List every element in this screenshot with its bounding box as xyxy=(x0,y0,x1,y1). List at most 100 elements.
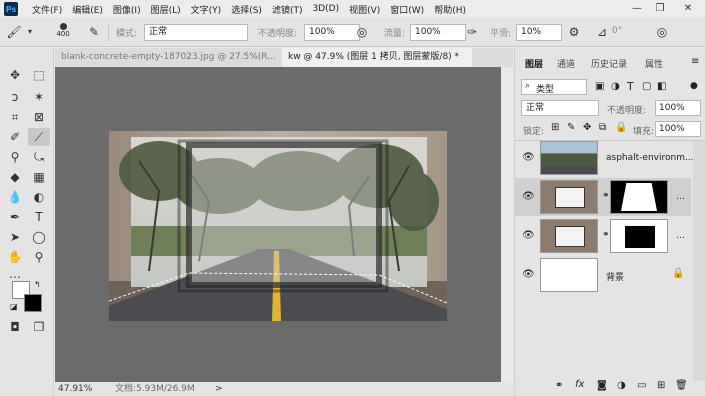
path-select-tool-icon[interactable]: ➤ xyxy=(4,228,26,246)
flow-field[interactable]: 100% xyxy=(410,24,466,41)
layer-mask-thumbnail[interactable] xyxy=(610,180,668,214)
tab-blank-concrete[interactable]: blank-concrete-empty-187023.jpg @ 27.5%(… xyxy=(55,48,277,67)
swap-colors-icon[interactable]: ↰ xyxy=(34,280,41,289)
eraser-tool-icon[interactable]: ◆ xyxy=(4,168,26,186)
lasso-tool-icon[interactable]: ↄ xyxy=(4,88,26,106)
airbrush-icon[interactable]: ✑ xyxy=(464,24,480,40)
dodge-tool-icon[interactable]: ◐ xyxy=(28,188,50,206)
blend-mode-select[interactable]: 正常 xyxy=(521,100,599,116)
mask-link-icon[interactable]: ⚭ xyxy=(602,191,610,201)
layer-row-1[interactable]: 👁 ⚭ … xyxy=(514,217,691,255)
zoom-level[interactable]: 47.91% xyxy=(58,382,92,396)
history-brush-tool-icon[interactable]: ⤿ xyxy=(28,148,50,166)
lock-artboard-icon[interactable]: ⧉ xyxy=(599,122,606,133)
layer-filter-select[interactable]: ⌕ 类型 xyxy=(521,79,587,95)
filter-shape-icon[interactable]: ▢ xyxy=(642,81,651,92)
pen-tool-icon[interactable]: ✒ xyxy=(4,208,26,226)
new-layer-icon[interactable]: ⊞ xyxy=(657,380,665,391)
filter-pixel-icon[interactable]: ▣ xyxy=(595,81,604,92)
document-canvas[interactable] xyxy=(109,131,447,321)
brush-tool-icon[interactable]: ⟋ xyxy=(28,128,50,146)
group-icon[interactable]: ▭ xyxy=(637,380,646,391)
opacity-field[interactable]: 100% xyxy=(304,24,360,41)
default-colors-icon[interactable]: ◪ xyxy=(10,302,18,311)
menu-view[interactable]: 视图(V) xyxy=(349,3,380,16)
lock-transparent-icon[interactable]: ⊞ xyxy=(551,122,559,133)
lock-position-icon[interactable]: ✥ xyxy=(583,122,591,133)
magic-wand-tool-icon[interactable]: ✶ xyxy=(28,88,50,106)
crop-tool-icon[interactable]: ⌗ xyxy=(4,108,26,126)
layer-name[interactable]: 背景 xyxy=(606,270,624,283)
frame-tool-icon[interactable]: ⊠ xyxy=(28,108,50,126)
quick-mask-icon[interactable]: ◘ xyxy=(4,318,26,336)
ellipse-tool-icon[interactable]: ◯ xyxy=(28,228,50,246)
background-color-swatch[interactable] xyxy=(24,294,42,312)
menu-edit[interactable]: 编辑(E) xyxy=(72,3,103,16)
menu-window[interactable]: 窗口(W) xyxy=(390,3,424,16)
pressure-size-icon[interactable]: ◎ xyxy=(654,24,670,40)
menu-select[interactable]: 选择(S) xyxy=(231,3,262,16)
trash-icon[interactable]: 🗑 xyxy=(675,380,688,391)
hand-tool-icon[interactable]: ✋ xyxy=(4,248,26,266)
minimize-icon[interactable]: — xyxy=(629,2,645,16)
lock-all-icon[interactable]: 🔒 xyxy=(615,122,627,133)
visibility-eye-icon[interactable]: 👁 xyxy=(522,191,535,202)
panel-menu-icon[interactable]: ≡ xyxy=(691,56,699,67)
layer-row-copy[interactable]: 👁 ⚭ … xyxy=(514,178,691,216)
marquee-tool-icon[interactable]: ⬚ xyxy=(28,66,50,84)
layers-scrollbar[interactable] xyxy=(693,141,705,381)
menu-type[interactable]: 文字(Y) xyxy=(191,3,222,16)
menu-filter[interactable]: 滤镜(T) xyxy=(272,3,303,16)
mode-select[interactable]: 正常 xyxy=(144,24,248,41)
menu-3d[interactable]: 3D(D) xyxy=(312,4,339,14)
angle-value[interactable]: 0° xyxy=(612,26,622,36)
visibility-eye-icon[interactable]: 👁 xyxy=(522,269,535,280)
mask-link-icon[interactable]: ⚭ xyxy=(602,230,610,240)
tab-kw[interactable]: kw @ 47.9% (图层 1 拷贝, 图层蒙版/8) * xyxy=(282,48,472,67)
adjustment-icon[interactable]: ◑ xyxy=(617,380,626,391)
tab-channels[interactable]: 通道 xyxy=(557,57,575,70)
tab-properties[interactable]: 属性 xyxy=(645,57,663,70)
layer-row-asphalt[interactable]: 👁 asphalt-environm... xyxy=(514,139,694,177)
layer-options-icon[interactable]: … xyxy=(676,192,685,202)
filter-adjustment-icon[interactable]: ◑ xyxy=(611,81,620,92)
smoothing-field[interactable]: 10% xyxy=(516,24,562,41)
layer-mask-thumbnail[interactable] xyxy=(610,219,668,253)
zoom-tool-icon[interactable]: ⚲ xyxy=(28,248,50,266)
fx-icon[interactable]: fx xyxy=(575,379,584,390)
pressure-opacity-icon[interactable]: ◎ xyxy=(354,24,370,40)
brush-tool-icon[interactable]: 🖌 xyxy=(6,24,22,40)
menu-layer[interactable]: 图层(L) xyxy=(151,3,181,16)
filter-toggle-icon[interactable]: ● xyxy=(690,81,698,91)
layer-name[interactable]: asphalt-environm... xyxy=(606,153,694,163)
type-tool-icon[interactable]: T xyxy=(28,208,50,226)
eyedropper-tool-icon[interactable]: ✐ xyxy=(4,128,26,146)
close-icon[interactable]: ✕ xyxy=(680,2,696,16)
visibility-eye-icon[interactable]: 👁 xyxy=(522,230,535,241)
layer-options-icon[interactable]: … xyxy=(676,231,685,241)
gear-icon[interactable]: ⚙ xyxy=(566,24,582,40)
status-menu-arrow[interactable]: > xyxy=(215,382,223,396)
brush-preset-picker[interactable]: 400 xyxy=(52,21,74,45)
stamp-tool-icon[interactable]: ⚲ xyxy=(4,148,26,166)
tab-layers[interactable]: 图层 xyxy=(525,57,543,70)
tab-history[interactable]: 历史记录 xyxy=(591,57,627,70)
blur-tool-icon[interactable]: 💧 xyxy=(4,188,26,206)
screen-mode-icon[interactable]: ❐ xyxy=(28,318,50,336)
menu-file[interactable]: 文件(F) xyxy=(32,3,62,16)
filter-type-icon[interactable]: T xyxy=(627,80,634,93)
brush-panel-icon[interactable]: ✎ xyxy=(86,24,102,40)
chevron-down-icon[interactable]: ▾ xyxy=(22,24,38,40)
layer-opacity-field[interactable]: 100% xyxy=(655,100,701,116)
menu-image[interactable]: 图像(I) xyxy=(113,3,141,16)
filter-smart-object-icon[interactable]: ◧ xyxy=(657,81,666,92)
restore-icon[interactable]: ❐ xyxy=(652,2,668,16)
mask-icon[interactable]: ◙ xyxy=(597,380,607,391)
link-icon[interactable]: ⚭ xyxy=(555,380,563,391)
move-tool-icon[interactable]: ✥ xyxy=(4,66,26,84)
gradient-tool-icon[interactable]: ▦ xyxy=(28,168,50,186)
menu-help[interactable]: 帮助(H) xyxy=(434,3,466,16)
lock-image-icon[interactable]: ✎ xyxy=(567,122,575,133)
layer-row-background[interactable]: 👁 背景 🔒 xyxy=(514,256,691,294)
fill-field[interactable]: 100% xyxy=(655,121,701,137)
